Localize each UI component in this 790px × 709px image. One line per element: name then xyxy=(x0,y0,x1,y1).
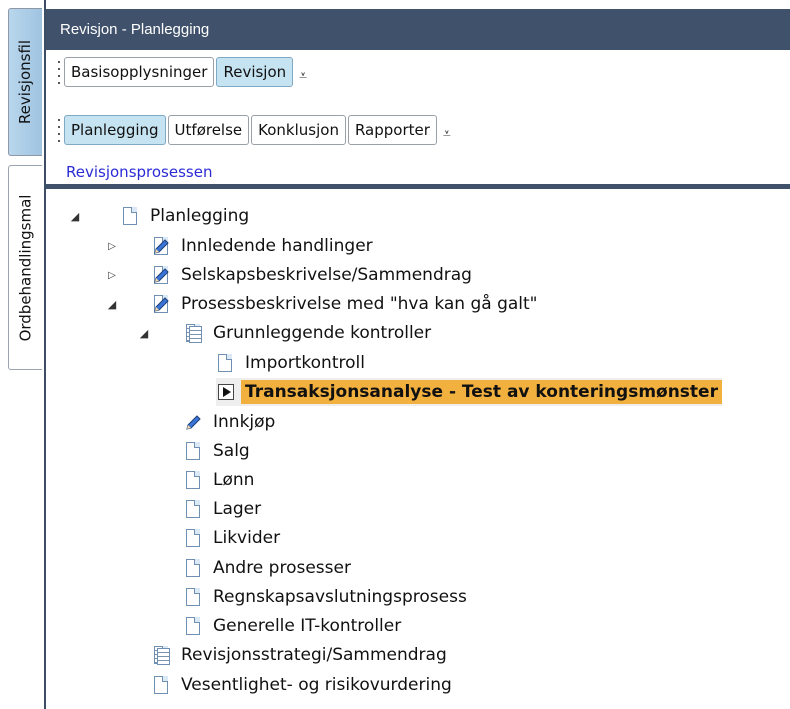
tree-item[interactable]: Lager xyxy=(184,495,265,523)
overflow-chevron-icon[interactable]: ⩡ xyxy=(443,126,451,142)
tree-item[interactable]: Salg xyxy=(184,437,254,465)
overflow-chevron-icon[interactable]: ⩡ xyxy=(299,68,307,84)
tab-ordbehandlingsmal[interactable]: Ordbehandlingsmal xyxy=(8,165,42,370)
tab-revisjon[interactable]: Revisjon xyxy=(216,57,294,87)
pencil-document-icon xyxy=(152,265,171,286)
tree-item[interactable]: Likvider xyxy=(184,524,284,552)
tree-item[interactable]: Revisjonsstrategi/Sammendrag xyxy=(152,641,451,669)
tree-item-label: Planlegging xyxy=(150,206,250,226)
document-icon xyxy=(121,206,140,227)
tree-item[interactable]: Innkjøp xyxy=(184,408,279,436)
pencil-document-icon xyxy=(152,236,171,257)
tab-basisopplysninger[interactable]: Basisopplysninger xyxy=(64,57,215,87)
vertical-tab-strip: Revisjonsfil Ordbehandlingsmal xyxy=(0,0,46,709)
tree-item-label: Grunnleggende kontroller xyxy=(213,323,432,343)
tree-item-label: Innledende handlinger xyxy=(181,236,373,256)
tab-utforelse-label: Utførelse xyxy=(174,121,243,139)
tree-item-label: Salg xyxy=(213,441,250,461)
tree-item-label: Generelle IT-kontroller xyxy=(213,616,402,636)
document-icon xyxy=(216,353,235,374)
tree-item[interactable]: ▷ Selskapsbeskrivelse/Sammendrag xyxy=(108,261,476,289)
pencil-icon xyxy=(184,412,203,433)
tree-item-label: Vesentlighet- og risikovurdering xyxy=(181,675,452,695)
document-icon xyxy=(152,675,171,696)
tree-item-label: Revisjonsstrategi/Sammendrag xyxy=(181,645,447,665)
section-link-label: Revisjonsprosessen xyxy=(66,163,213,181)
expanded-triangle-icon[interactable]: ◢ xyxy=(105,298,119,311)
document-icon xyxy=(184,528,203,549)
toolbar-grip[interactable] xyxy=(56,116,62,144)
play-icon xyxy=(216,382,235,403)
tree-item-label: Prosessbeskrivelse med "hva kan gå galt" xyxy=(181,294,538,314)
tree-item[interactable]: Importkontroll xyxy=(216,349,369,377)
tab-utforelse[interactable]: Utførelse xyxy=(167,115,250,145)
tree-item[interactable]: Andre prosesser xyxy=(184,554,355,582)
window-title: Revisjon - Planlegging xyxy=(60,21,210,38)
tab-revisjon-label: Revisjon xyxy=(223,63,287,81)
section-link-revisjonsprosessen[interactable]: Revisjonsprosessen xyxy=(46,160,790,184)
tree-item[interactable]: ◢ Prosessbeskrivelse med "hva kan gå galt… xyxy=(108,290,542,318)
tab-konklusjon-label: Konklusjon xyxy=(258,121,339,139)
tree-item-label: Lager xyxy=(213,499,262,519)
tree-item[interactable]: ▷ Innledende handlinger xyxy=(108,232,377,260)
tab-planlegging[interactable]: Planlegging xyxy=(64,115,166,145)
tree-item[interactable]: Regnskapsavslutningsprosess xyxy=(184,583,471,611)
multi-document-icon xyxy=(152,645,171,666)
tree-item-label: Lønn xyxy=(213,470,255,490)
toolbar-row-1: Basisopplysninger Revisjon ⩡ xyxy=(46,50,790,94)
tree-item[interactable]: ◢ Planlegging xyxy=(71,202,253,230)
tab-revisjonsfil[interactable]: Revisjonsfil xyxy=(8,8,42,156)
tree-item-label: Transaksjonsanalyse - Test av konterings… xyxy=(241,380,722,404)
tab-rapporter[interactable]: Rapporter xyxy=(347,115,437,145)
window-title-bar: Revisjon - Planlegging xyxy=(46,9,790,50)
document-icon xyxy=(184,616,203,637)
toolbar-grip[interactable] xyxy=(56,58,62,86)
collapsed-triangle-icon[interactable]: ▷ xyxy=(105,241,119,252)
tree-item-label: Regnskapsavslutningsprosess xyxy=(213,587,467,607)
tab-konklusjon[interactable]: Konklusjon xyxy=(251,115,346,145)
tab-basisopplysninger-label: Basisopplysninger xyxy=(71,63,208,81)
tree-item-label: Likvider xyxy=(213,528,281,548)
tab-ordbehandlingsmal-label: Ordbehandlingsmal xyxy=(16,194,35,341)
expanded-triangle-icon[interactable]: ◢ xyxy=(68,210,82,223)
tree-item[interactable]: ◢ Grunnleggende kontroller xyxy=(140,319,435,347)
document-icon xyxy=(184,499,203,520)
pencil-document-icon xyxy=(152,294,171,315)
tree-item-label: Selskapsbeskrivelse/Sammendrag xyxy=(181,265,472,285)
multi-document-icon xyxy=(184,323,203,344)
tree-item-label: Importkontroll xyxy=(245,353,365,373)
tree-view: ◢ Planlegging ▷ Innledende handlinger ▷ Selsk… xyxy=(46,189,790,709)
document-icon xyxy=(184,470,203,491)
document-icon xyxy=(184,587,203,608)
tab-rapporter-label: Rapporter xyxy=(354,121,430,139)
tree-item[interactable]: Vesentlighet- og risikovurdering xyxy=(152,671,456,699)
tree-item-label: Innkjøp xyxy=(213,412,276,432)
tree-item[interactable]: Transaksjonsanalyse - Test av konterings… xyxy=(216,378,722,406)
tree-item[interactable]: Generelle IT-kontroller xyxy=(184,612,405,640)
tab-planlegging-label: Planlegging xyxy=(71,121,159,139)
document-icon xyxy=(184,558,203,579)
collapsed-triangle-icon[interactable]: ▷ xyxy=(105,270,119,281)
tree-item[interactable]: Lønn xyxy=(184,466,258,494)
expanded-triangle-icon[interactable]: ◢ xyxy=(137,327,151,340)
tab-revisjonsfil-label: Revisjonsfil xyxy=(16,39,35,125)
document-icon xyxy=(184,441,203,462)
toolbar-row-2: Planlegging Utførelse Konklusjon Rapport… xyxy=(46,108,790,152)
tree-item-label: Andre prosesser xyxy=(213,558,351,578)
